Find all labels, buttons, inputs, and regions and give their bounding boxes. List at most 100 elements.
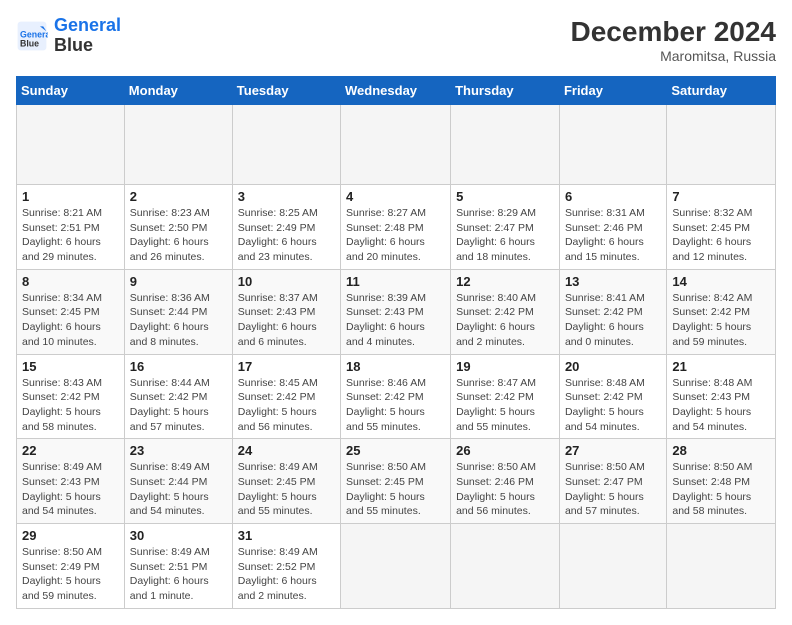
calendar-day-cell: 17Sunrise: 8:45 AM Sunset: 2:42 PM Dayli… <box>232 354 340 439</box>
day-info: Sunrise: 8:37 AM Sunset: 2:43 PM Dayligh… <box>238 291 335 350</box>
day-info: Sunrise: 8:32 AM Sunset: 2:45 PM Dayligh… <box>672 206 770 265</box>
day-number: 19 <box>456 359 554 374</box>
calendar-day-cell: 9Sunrise: 8:36 AM Sunset: 2:44 PM Daylig… <box>124 269 232 354</box>
calendar-day-cell: 15 Sunrise: 8:43 AM Sunset: 2:42 PM Dayli… <box>17 354 125 439</box>
calendar-day-cell: 31 Sunrise: 8:49 AM Sunset: 2:52 PM Dayli… <box>232 524 340 609</box>
day-info: Sunrise: 8:31 AM Sunset: 2:46 PM Dayligh… <box>565 206 661 265</box>
day-info: Sunrise: 8:50 AM Sunset: 2:49 PM Dayligh… <box>22 545 119 604</box>
calendar-day-cell: 21Sunrise: 8:48 AM Sunset: 2:43 PM Dayli… <box>667 354 776 439</box>
svg-text:Blue: Blue <box>20 38 39 48</box>
calendar-day-cell <box>559 105 666 185</box>
calendar-day-cell <box>451 524 560 609</box>
calendar-header-friday: Friday <box>559 77 666 105</box>
calendar-day-cell: 11 Sunrise: 8:39 AM Sunset: 2:43 PM Dayli… <box>341 269 451 354</box>
day-info: Sunrise: 8:49 AM Sunset: 2:51 PM Dayligh… <box>130 545 227 604</box>
day-info: Sunrise: 8:49 AM Sunset: 2:45 PM Dayligh… <box>238 460 335 519</box>
day-number: 24 <box>238 443 335 458</box>
calendar-day-cell: 23Sunrise: 8:49 AM Sunset: 2:44 PM Dayli… <box>124 439 232 524</box>
calendar-week-row: 15 Sunrise: 8:43 AM Sunset: 2:42 PM Dayli… <box>17 354 776 439</box>
day-info: Sunrise: 8:27 AM Sunset: 2:48 PM Dayligh… <box>346 206 445 265</box>
calendar-day-cell: 12Sunrise: 8:40 AM Sunset: 2:42 PM Dayli… <box>451 269 560 354</box>
day-number: 7 <box>672 189 770 204</box>
calendar-day-cell <box>667 524 776 609</box>
day-info: Sunrise: 8:49 AM Sunset: 2:43 PM Dayligh… <box>22 460 119 519</box>
day-number: 17 <box>238 359 335 374</box>
day-info: Sunrise: 8:23 AM Sunset: 2:50 PM Dayligh… <box>130 206 227 265</box>
day-number: 22 <box>22 443 119 458</box>
logo: General Blue General Blue <box>16 16 121 56</box>
calendar-day-cell: 28Sunrise: 8:50 AM Sunset: 2:48 PM Dayli… <box>667 439 776 524</box>
logo-icon: General Blue <box>16 20 48 52</box>
calendar-week-row <box>17 105 776 185</box>
day-info: Sunrise: 8:36 AM Sunset: 2:44 PM Dayligh… <box>130 291 227 350</box>
calendar-day-cell <box>341 105 451 185</box>
day-info: Sunrise: 8:50 AM Sunset: 2:46 PM Dayligh… <box>456 460 554 519</box>
day-number: 3 <box>238 189 335 204</box>
day-number: 11 <box>346 274 445 289</box>
calendar-header-sunday: Sunday <box>17 77 125 105</box>
day-info: Sunrise: 8:39 AM Sunset: 2:43 PM Dayligh… <box>346 291 445 350</box>
calendar-day-cell: 5 Sunrise: 8:29 AM Sunset: 2:47 PM Daylig… <box>451 185 560 270</box>
day-number: 30 <box>130 528 227 543</box>
calendar-header-monday: Monday <box>124 77 232 105</box>
day-info: Sunrise: 8:21 AM Sunset: 2:51 PM Dayligh… <box>22 206 119 265</box>
day-number: 18 <box>346 359 445 374</box>
day-info: Sunrise: 8:34 AM Sunset: 2:45 PM Dayligh… <box>22 291 119 350</box>
day-number: 28 <box>672 443 770 458</box>
calendar-day-cell: 16 Sunrise: 8:44 AM Sunset: 2:42 PM Dayli… <box>124 354 232 439</box>
calendar-day-cell <box>559 524 666 609</box>
day-info: Sunrise: 8:44 AM Sunset: 2:42 PM Dayligh… <box>130 376 227 435</box>
calendar-day-cell <box>232 105 340 185</box>
calendar-day-cell: 3Sunrise: 8:25 AM Sunset: 2:49 PM Daylig… <box>232 185 340 270</box>
day-number: 25 <box>346 443 445 458</box>
calendar-header-row: SundayMondayTuesdayWednesdayThursdayFrid… <box>17 77 776 105</box>
day-info: Sunrise: 8:43 AM Sunset: 2:42 PM Dayligh… <box>22 376 119 435</box>
calendar-day-cell: 2 Sunrise: 8:23 AM Sunset: 2:50 PM Daylig… <box>124 185 232 270</box>
calendar-day-cell: 8 Sunrise: 8:34 AM Sunset: 2:45 PM Daylig… <box>17 269 125 354</box>
day-info: Sunrise: 8:42 AM Sunset: 2:42 PM Dayligh… <box>672 291 770 350</box>
day-info: Sunrise: 8:48 AM Sunset: 2:43 PM Dayligh… <box>672 376 770 435</box>
day-number: 1 <box>22 189 119 204</box>
calendar-week-row: 1 Sunrise: 8:21 AM Sunset: 2:51 PM Daylig… <box>17 185 776 270</box>
day-number: 27 <box>565 443 661 458</box>
day-number: 14 <box>672 274 770 289</box>
day-number: 16 <box>130 359 227 374</box>
day-number: 10 <box>238 274 335 289</box>
day-number: 8 <box>22 274 119 289</box>
location-title: Maromitsa, Russia <box>571 48 776 64</box>
day-info: Sunrise: 8:50 AM Sunset: 2:47 PM Dayligh… <box>565 460 661 519</box>
calendar-day-cell: 26 Sunrise: 8:50 AM Sunset: 2:46 PM Dayli… <box>451 439 560 524</box>
day-number: 23 <box>130 443 227 458</box>
day-number: 31 <box>238 528 335 543</box>
day-number: 4 <box>346 189 445 204</box>
day-number: 26 <box>456 443 554 458</box>
calendar-day-cell: 24 Sunrise: 8:49 AM Sunset: 2:45 PM Dayli… <box>232 439 340 524</box>
calendar-header-tuesday: Tuesday <box>232 77 340 105</box>
calendar-day-cell: 18Sunrise: 8:46 AM Sunset: 2:42 PM Dayli… <box>341 354 451 439</box>
calendar-day-cell: 7 Sunrise: 8:32 AM Sunset: 2:45 PM Daylig… <box>667 185 776 270</box>
calendar-week-row: 8 Sunrise: 8:34 AM Sunset: 2:45 PM Daylig… <box>17 269 776 354</box>
day-number: 15 <box>22 359 119 374</box>
day-info: Sunrise: 8:50 AM Sunset: 2:45 PM Dayligh… <box>346 460 445 519</box>
day-info: Sunrise: 8:48 AM Sunset: 2:42 PM Dayligh… <box>565 376 661 435</box>
calendar-day-cell <box>124 105 232 185</box>
day-info: Sunrise: 8:40 AM Sunset: 2:42 PM Dayligh… <box>456 291 554 350</box>
day-number: 13 <box>565 274 661 289</box>
calendar-week-row: 22 Sunrise: 8:49 AM Sunset: 2:43 PM Dayli… <box>17 439 776 524</box>
logo-text: General Blue <box>54 16 121 56</box>
day-number: 20 <box>565 359 661 374</box>
day-info: Sunrise: 8:29 AM Sunset: 2:47 PM Dayligh… <box>456 206 554 265</box>
calendar-day-cell <box>667 105 776 185</box>
day-info: Sunrise: 8:49 AM Sunset: 2:52 PM Dayligh… <box>238 545 335 604</box>
day-number: 2 <box>130 189 227 204</box>
calendar-header-wednesday: Wednesday <box>341 77 451 105</box>
calendar-day-cell: 29Sunrise: 8:50 AM Sunset: 2:49 PM Dayli… <box>17 524 125 609</box>
calendar-day-cell: 19Sunrise: 8:47 AM Sunset: 2:42 PM Dayli… <box>451 354 560 439</box>
calendar-day-cell: 1 Sunrise: 8:21 AM Sunset: 2:51 PM Daylig… <box>17 185 125 270</box>
header: General Blue General Blue December 2024 … <box>16 16 776 64</box>
calendar-table: SundayMondayTuesdayWednesdayThursdayFrid… <box>16 76 776 609</box>
day-number: 5 <box>456 189 554 204</box>
calendar-day-cell: 6Sunrise: 8:31 AM Sunset: 2:46 PM Daylig… <box>559 185 666 270</box>
title-area: December 2024 Maromitsa, Russia <box>571 16 776 64</box>
calendar-day-cell: 27 Sunrise: 8:50 AM Sunset: 2:47 PM Dayli… <box>559 439 666 524</box>
